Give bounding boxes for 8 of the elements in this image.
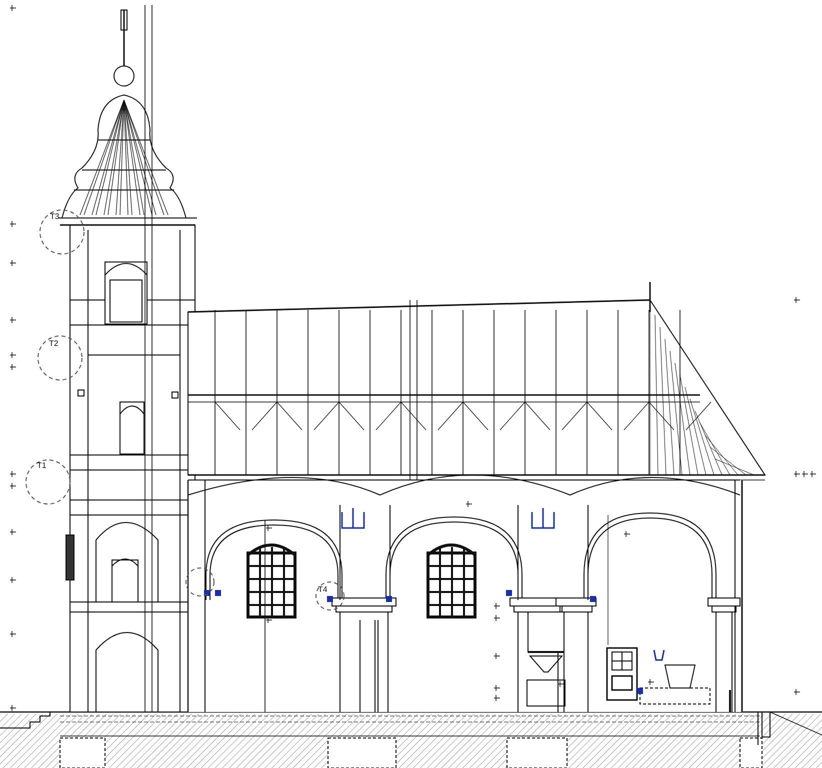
detail-callout-circle: [26, 460, 70, 504]
detail-callout-circle: [40, 210, 84, 254]
detail-callout-label: T1: [37, 461, 46, 470]
detail-callout-circle: [186, 568, 214, 596]
detail-callout-circle: [316, 582, 344, 610]
detail-callout-label: T4: [318, 585, 328, 594]
detail-callout-circle: [38, 336, 82, 380]
detail-callout-label: T2: [49, 339, 58, 348]
